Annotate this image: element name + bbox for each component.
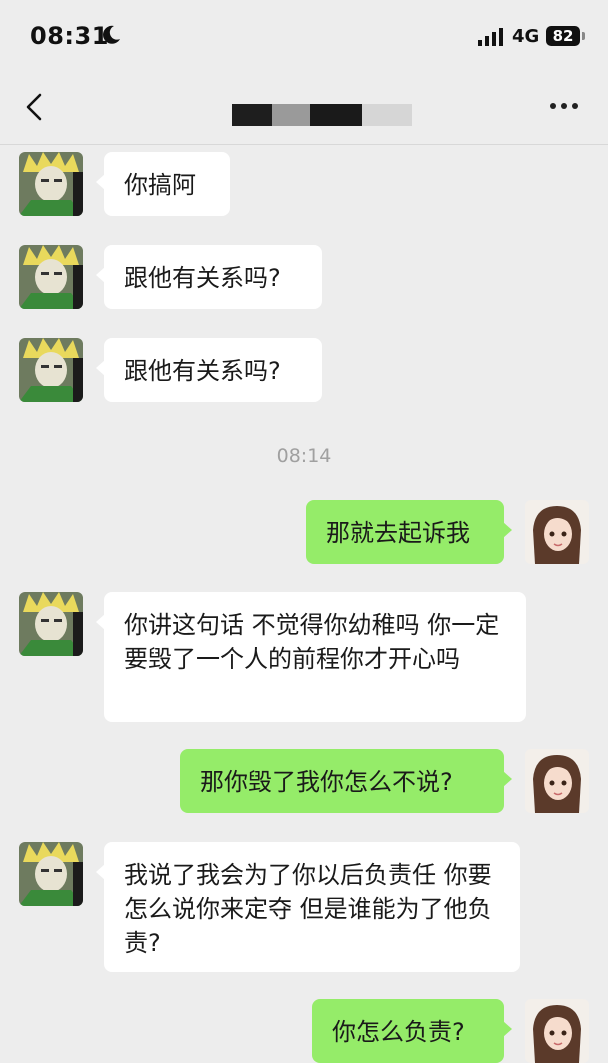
message-bubble[interactable]: 我说了我会为了你以后负责任 你要怎么说你来定夺 但是谁能为了他负责? [96,842,520,972]
message-text: 那你毁了我你怎么不说? [200,768,453,796]
network-type: 4G [512,26,540,47]
message-text: 跟他有关系吗? [124,264,281,292]
contact-avatar[interactable] [19,152,83,216]
contact-avatar[interactable] [19,338,83,402]
message-text: 我说了我会为了你以后负责任 你要怎么说你来定夺 但是谁能为了他负责? [124,861,492,957]
battery-tip [582,32,585,40]
message-bubble[interactable]: 跟他有关系吗? [96,338,322,402]
signal-icon [478,28,503,46]
message-bubble[interactable]: 你怎么负责? [312,999,512,1063]
status-time: 08:31 [30,22,109,50]
more-horizontal-icon[interactable] [548,100,580,112]
message-text: 你讲这句话 不觉得你幼稚吗 你一定要毁了一个人的前程你才开心吗 [124,611,500,673]
user-avatar[interactable] [525,749,589,813]
contact-avatar[interactable] [19,245,83,309]
contact-avatar[interactable] [19,842,83,906]
chevron-left-icon[interactable] [22,92,46,122]
message-bubble[interactable]: 你搞阿 [96,152,230,216]
message-text: 你搞阿 [124,171,196,199]
contact-avatar[interactable] [19,592,83,656]
user-avatar[interactable] [525,999,589,1063]
battery-icon: 82 [546,26,580,46]
status-bar: 08:31 4G 82 [0,0,608,72]
message-text: 那就去起诉我 [326,519,470,547]
message-bubble[interactable]: 你讲这句话 不觉得你幼稚吗 你一定要毁了一个人的前程你才开心吗 [96,592,526,722]
moon-icon [103,25,120,44]
chat-timestamp: 08:14 [276,445,332,467]
message-bubble[interactable]: 跟他有关系吗? [96,245,322,309]
message-text: 跟他有关系吗? [124,357,281,385]
user-avatar[interactable] [525,500,589,564]
message-text: 你怎么负责? [332,1018,465,1046]
contact-name-redacted[interactable] [232,102,414,130]
message-bubble[interactable]: 那你毁了我你怎么不说? [180,749,512,813]
chat-header [0,72,608,145]
message-bubble[interactable]: 那就去起诉我 [306,500,512,564]
